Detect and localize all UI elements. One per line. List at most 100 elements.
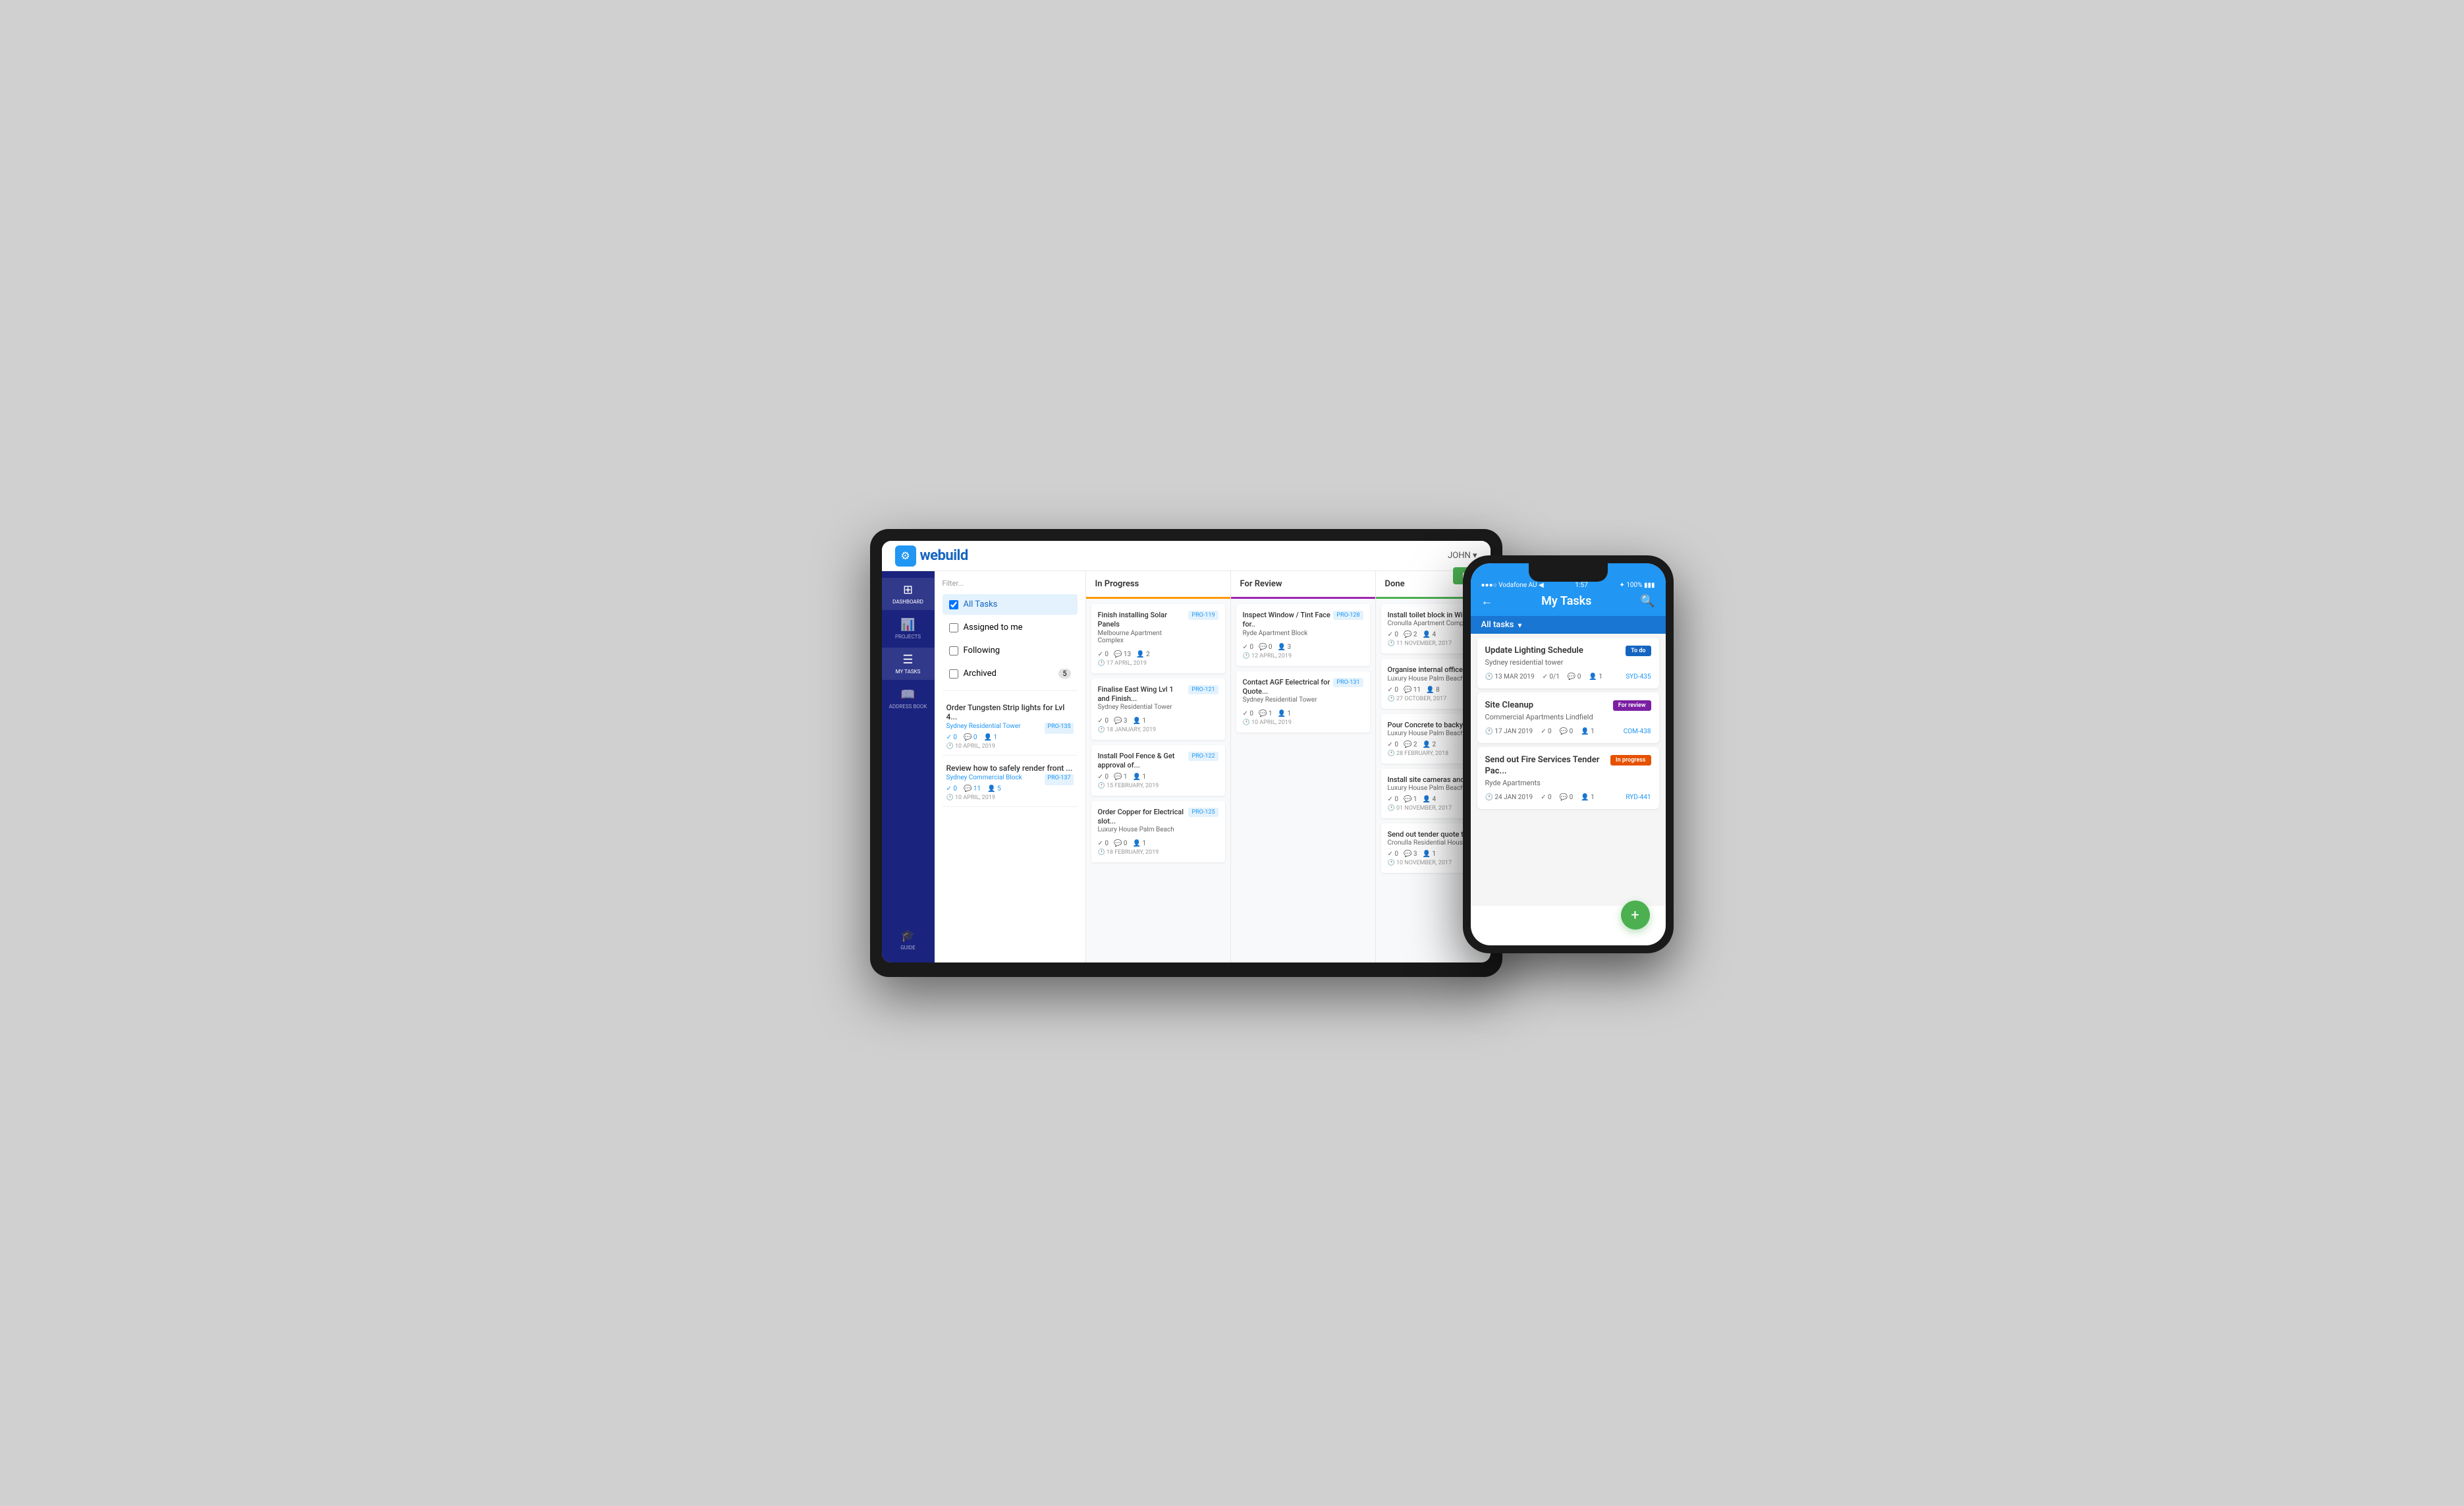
phone-fab[interactable]: + [1621,901,1650,930]
phone-task-msgs-1: 💬 0 [1568,673,1581,681]
kanban-card-2[interactable]: Finalise East Wing Lvl 1 and Finish... S… [1091,679,1225,740]
phone-task-footer-1: 🕐 13 MAR 2019 ✓ 0/1 💬 0 👤 1 SYD-435 [1485,673,1651,681]
card-meta-5: ✓ 0 💬 0 👤 3 [1243,644,1363,651]
phone-task-id-3: RYD-441 [1626,794,1651,801]
sidebar-item-dashboard[interactable]: ⊞ DASHBOARD [882,578,935,610]
user-menu[interactable]: JOHN ▾ [1448,551,1477,561]
phone-task-date-1: 🕐 13 MAR 2019 [1485,673,1535,681]
filter-assigned-checkbox[interactable] [949,623,958,632]
task-msgs-2: 💬 11 [964,785,981,793]
phone-task-1[interactable]: Update Lighting Schedule Sydney resident… [1477,638,1659,688]
top-bar: ⚙ webuild JOHN ▾ [882,541,1491,571]
phone-task-users-1: 👤 1 [1589,673,1602,681]
task-title-1: Order Tungsten Strip lights for Lvl 4... [946,703,1074,721]
filter-archived[interactable]: Archived 5 [943,663,1078,684]
phone-battery: ✦ 100% ▮▮▮ [1619,582,1655,589]
kanban-card-6[interactable]: Contact AGF Eelectrical for Quote... Syd… [1236,671,1370,733]
phone-time: 1:57 [1575,582,1587,589]
kanban-column-in-progress: In Progress Finish installing Solar Pane… [1086,571,1231,962]
task-id-2: PRO-137 [1045,774,1073,785]
card-date-2: 🕐 18 JANUARY, 2019 [1098,727,1218,733]
card-checks-4: ✓ 0 [1098,840,1109,847]
sidebar-item-projects[interactable]: 📊 PROJECTS [882,613,935,645]
filter-all-tasks-checkbox[interactable] [949,600,958,609]
tablet-screen: ⚙ webuild JOHN ▾ ⊞ DASHBOARD 📊 PROJECTS [882,541,1491,962]
sidebar-label-my-tasks: MY TASKS [896,669,921,675]
phone-task-project-2: Commercial Apartments Lindfield [1485,713,1609,721]
sidebar-item-guide[interactable]: 🎓 GUIDE [882,924,935,956]
phone-task-msgs-2: 💬 0 [1560,728,1574,735]
phone-task-checks-2: ✓ 0 [1541,728,1551,735]
sidebar-label-address-book: ADDRESS BOOK [889,704,927,710]
col-header-in-progress: In Progress [1086,571,1230,599]
phone-task-date-3: 🕐 24 JAN 2019 [1485,794,1533,801]
kanban-card-4[interactable]: Order Copper for Electrical slot... Luxu… [1091,801,1225,863]
phone-back-icon[interactable]: ← [1481,594,1493,608]
kanban-card-5[interactable]: Inspect Window / Tint Face for.. Ryde Ap… [1236,604,1370,666]
filter-label: Filter... [943,579,1078,588]
phone-task-users-3: 👤 1 [1581,794,1595,801]
phone-nav-bar: ← My Tasks 🔍 [1471,589,1666,616]
card-subtitle-2: Sydney Residential Tower [1098,704,1186,711]
phone-task-3[interactable]: Send out Fire Services Tender Pac... Ryd… [1477,747,1659,809]
my-tasks-icon: ☰ [902,653,913,667]
sidebar: ⊞ DASHBOARD 📊 PROJECTS ☰ MY TASKS 📖 ADDR… [882,571,935,962]
filter-archived-checkbox[interactable] [949,669,958,679]
card-msgs-5: 💬 0 [1259,644,1273,651]
filter-archived-badge: 5 [1058,669,1070,679]
task-date-1: 🕐 10 APRIL, 2019 [946,743,1074,750]
col-header-for-review: For Review [1231,571,1375,599]
task-users-2: 👤 5 [987,785,1001,793]
sidebar-item-my-tasks[interactable]: ☰ MY TASKS [882,648,935,680]
card-meta-4: ✓ 0 💬 0 👤 1 [1098,840,1218,847]
phone-task-status-3: In progress [1610,755,1651,766]
phone-task-checks-3: ✓ 0 [1541,794,1551,801]
filter-panel: Filter... All Tasks Assigned to me Follo… [935,571,1086,962]
sidebar-item-address-book[interactable]: 📖 ADDRESS BOOK [882,683,935,715]
logo: ⚙ webuild [895,545,968,567]
filter-all-tasks[interactable]: All Tasks [943,594,1078,615]
phone-task-title-2: Site Cleanup [1485,700,1609,711]
card-date-4: 🕐 18 FEBRUARY, 2019 [1098,849,1218,856]
card-meta-2: ✓ 0 💬 3 👤 1 [1098,717,1218,725]
card-checks-1: ✓ 0 [1098,651,1109,658]
address-book-icon: 📖 [900,688,915,702]
card-users-2: 👤 1 [1133,717,1147,725]
task-id-1: PRO-135 [1045,723,1073,734]
card-checks-3: ✓ 0 [1098,773,1109,781]
card-meta-3: ✓ 0 💬 1 👤 1 [1098,773,1218,781]
card-date-6: 🕐 10 APRIL, 2019 [1243,719,1363,726]
card-id-2: PRO-121 [1188,685,1218,694]
kanban-card-3[interactable]: Install Pool Fence & Get approval of... … [1091,745,1225,796]
card-msgs-2: 💬 3 [1114,717,1128,725]
filter-following[interactable]: Following [943,640,1078,661]
app-name: webuild [920,547,968,564]
task-preview-2[interactable]: Review how to safely render front ... Sy… [943,758,1078,807]
phone-task-status-1: To do [1626,646,1651,656]
sidebar-label-dashboard: DASHBOARD [892,599,923,605]
phone-task-status-2: For review [1613,700,1651,711]
card-checks-2: ✓ 0 [1098,717,1109,725]
phone-task-date-2: 🕐 17 JAN 2019 [1485,728,1533,735]
sidebar-label-guide: GUIDE [900,945,916,951]
card-title-3: Install Pool Fence & Get approval of... [1098,752,1186,771]
card-checks-5: ✓ 0 [1243,644,1253,651]
filter-archived-label: Archived [964,669,997,679]
phone-search-icon[interactable]: 🔍 [1640,594,1655,608]
task-preview-1[interactable]: Order Tungsten Strip lights for Lvl 4...… [943,698,1078,756]
dashboard-icon: ⊞ [903,583,913,597]
card-msgs-6: 💬 1 [1259,710,1273,717]
phone-task-msgs-3: 💬 0 [1560,794,1574,801]
filter-assigned[interactable]: Assigned to me [943,617,1078,638]
card-msgs-1: 💬 13 [1114,651,1131,658]
kanban-cards-in-progress: Finish installing Solar Panels Melbourne… [1086,599,1230,962]
filter-following-checkbox[interactable] [949,646,958,655]
task-users-1: 👤 1 [984,734,998,741]
phone-task-2[interactable]: Site Cleanup Commercial Apartments Lindf… [1477,692,1659,743]
filter-divider [943,690,1078,691]
kanban-card-1[interactable]: Finish installing Solar Panels Melbourne… [1091,604,1225,673]
sidebar-label-projects: PROJECTS [895,634,921,640]
tablet: ⚙ webuild JOHN ▾ ⊞ DASHBOARD 📊 PROJECTS [870,529,1502,977]
card-id-1: PRO-119 [1188,611,1218,620]
phone-filter-bar[interactable]: All tasks ▾ [1471,616,1666,634]
